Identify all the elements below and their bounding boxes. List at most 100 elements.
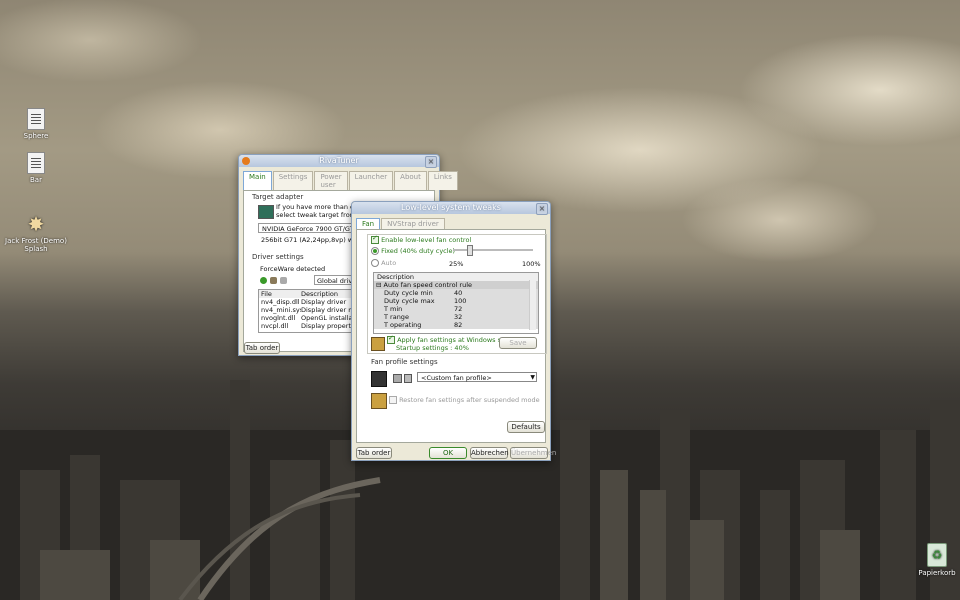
close-icon[interactable]: × [425, 156, 437, 168]
tab-order-button[interactable]: Tab order [356, 447, 392, 459]
tab-about[interactable]: About [394, 171, 427, 190]
tab-settings[interactable]: Settings [272, 171, 314, 190]
auto-mode-label: Auto [381, 259, 397, 267]
enable-fan-control-checkbox[interactable]: Enable low-level fan control [371, 234, 472, 244]
param-value-cell: 32 [454, 313, 463, 321]
cancel-button[interactable]: Abbrechen [470, 447, 509, 459]
desktop-icon-bar[interactable]: Bar [4, 152, 68, 184]
param-name-cell: Duty cycle min [384, 289, 433, 297]
column-header-file: File [261, 290, 272, 298]
apply-button[interactable]: Übernehmen [510, 447, 556, 459]
table-row[interactable]: nv4_disp.dll Display driver [259, 298, 359, 306]
radio-icon [371, 259, 379, 267]
rivatuner-titlebar[interactable]: RivaTuner × [239, 155, 439, 168]
restore-after-suspend-checkbox[interactable]: Restore fan settings after suspended mod… [389, 396, 540, 404]
table-row[interactable]: nvoglnt.dll OpenGL installable clie [259, 314, 359, 322]
table-row[interactable]: nvcpl.dll Display properties exte [259, 322, 359, 330]
document-icon [27, 152, 45, 174]
fan-profile-group-title: Fan profile settings [371, 358, 438, 366]
table-row[interactable]: Duty cycle min 40 [374, 289, 538, 297]
fixed-mode-radio[interactable]: Fixed (40% duty cycle) [371, 247, 455, 255]
table-header-row: File Description [259, 290, 359, 298]
desktop-icon-label: Sphere [23, 132, 49, 140]
table-group-row[interactable]: ⊟ Auto fan speed control rule [374, 281, 538, 289]
desktop-icon-label: Papierkorb [918, 569, 956, 577]
param-value-cell: 40 [454, 289, 463, 297]
restore-icon [371, 393, 387, 409]
tab-nvstrap-driver[interactable]: NVStrap driver [381, 218, 445, 229]
enable-fan-control-label: Enable low-level fan control [381, 236, 472, 244]
ok-button[interactable]: OK [429, 447, 467, 459]
restore-after-suspend-label: Restore fan settings after suspended mod… [399, 396, 540, 404]
rivatuner-tabs: Main Settings Power user Launcher About … [239, 167, 458, 190]
auto-mode-radio[interactable]: Auto [371, 259, 396, 267]
tab-fan[interactable]: Fan [356, 218, 381, 229]
tab-order-button[interactable]: Tab order [244, 342, 280, 354]
desktop-icon-label: Jack Frost (Demo) Splash [5, 237, 67, 253]
spiky-star-icon: ✸ [27, 212, 45, 236]
checkbox-icon [371, 234, 379, 244]
radio-icon [371, 247, 379, 255]
driver-toolbar [260, 277, 287, 284]
tab-links[interactable]: Links [427, 171, 458, 190]
table-row[interactable]: T operating 82 [374, 321, 538, 329]
table-scrollbar[interactable] [529, 280, 536, 330]
desktop-icon-label: Bar [30, 176, 42, 184]
recycle-bin-icon: ♻ [927, 543, 947, 567]
param-name-cell: T range [384, 313, 409, 321]
fan-profile-select[interactable]: <Custom fan profile> ▼ [417, 372, 537, 382]
param-value-cell: 82 [454, 321, 463, 329]
defaults-button[interactable]: Defaults [507, 421, 545, 433]
fan-rule-table: Description ⊟ Auto fan speed control rul… [373, 272, 539, 334]
forceware-detected-label: ForceWare detected [260, 265, 326, 273]
monitor-icon [258, 205, 274, 219]
low-level-tweaks-window: Low-level system tweaks × Fan NVStrap dr… [351, 201, 556, 461]
table-row[interactable]: T min 72 [374, 305, 538, 313]
checkbox-icon [387, 334, 395, 344]
settings-icon[interactable] [280, 277, 287, 284]
table-header-row: Description [374, 273, 538, 281]
checkbox-icon [389, 396, 397, 404]
param-name-cell: T operating [384, 321, 422, 329]
table-group-label: ⊟ Auto fan speed control rule [376, 281, 473, 289]
rivatuner-app-icon [242, 157, 250, 165]
table-row[interactable]: Duty cycle max 100 [374, 297, 538, 305]
delete-profile-icon[interactable] [404, 374, 412, 383]
slider-min-label: 25% [449, 260, 464, 268]
duty-cycle-slider-track [453, 249, 533, 251]
target-adapter-group-title: Target adapter [252, 193, 304, 201]
file-cell: nv4_disp.dll [261, 298, 300, 306]
table-row[interactable]: nv4_mini.sys Display driver miniport [259, 306, 359, 314]
desktop-icon-jack-frost[interactable]: ✸ Jack Frost (Demo) Splash [4, 213, 68, 253]
column-header-description: Description [377, 273, 415, 281]
close-icon[interactable]: × [536, 203, 548, 215]
duty-cycle-slider-thumb[interactable] [467, 245, 473, 256]
tweaks-tabs: Fan NVStrap driver [352, 214, 550, 229]
table-group-text: Auto fan speed control rule [383, 281, 473, 289]
document-icon [27, 108, 45, 130]
tweaks-titlebar[interactable]: Low-level system tweaks × [352, 202, 550, 215]
driver-files-table: File Description nv4_disp.dll Display dr… [258, 289, 360, 333]
file-cell: nv4_mini.sys [261, 306, 301, 314]
tab-main[interactable]: Main [243, 171, 272, 190]
tab-power-user[interactable]: Power user [314, 171, 348, 190]
add-icon[interactable] [260, 277, 267, 284]
save-profile-icon[interactable] [393, 374, 402, 383]
slider-max-label: 100% [522, 260, 541, 268]
wrench-icon[interactable] [270, 277, 277, 284]
tab-launcher[interactable]: Launcher [348, 171, 394, 190]
save-button[interactable]: Save [499, 337, 537, 349]
desktop-icon-recycle-bin[interactable]: ♻ Papierkorb [905, 543, 960, 577]
table-row[interactable]: T range 32 [374, 313, 538, 321]
fan-icon [371, 371, 387, 387]
param-name-cell: T min [384, 305, 403, 313]
fan-profile-value: <Custom fan profile> [421, 374, 492, 382]
fan-panel: Enable low-level fan control Fixed (40% … [356, 229, 547, 443]
chevron-down-icon: ▼ [530, 374, 535, 381]
window-title: Low-level system tweaks [401, 203, 501, 212]
driver-settings-group-title: Driver settings [252, 253, 304, 261]
param-value-cell: 100 [454, 297, 467, 305]
file-cell: nvcpl.dll [261, 322, 289, 330]
desktop-icon-sphere[interactable]: Sphere [4, 108, 68, 140]
window-title: RivaTuner [319, 156, 359, 165]
